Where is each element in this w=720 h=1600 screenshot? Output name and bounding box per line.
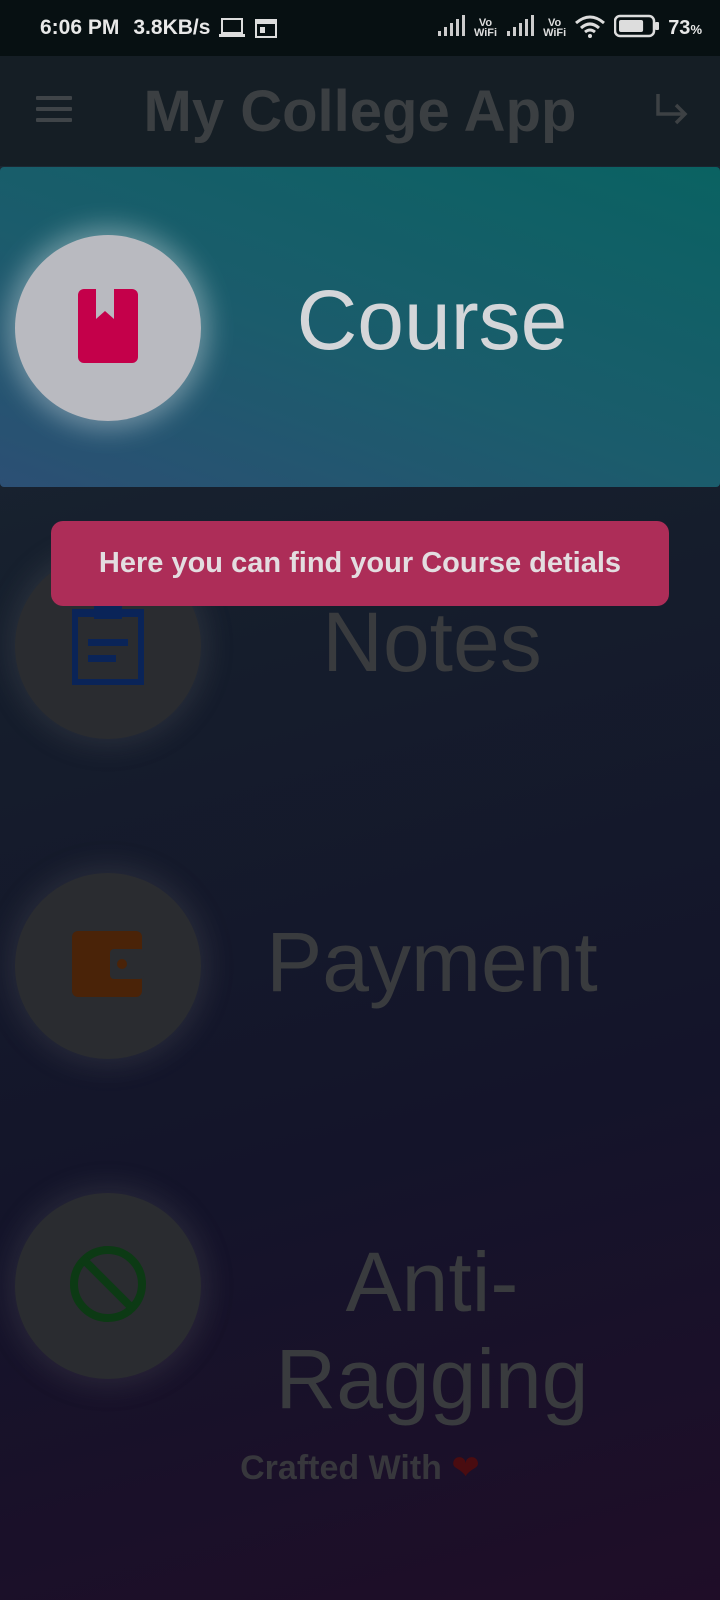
vowifi-bottom-label: WiFi [473, 27, 498, 39]
logout-arrow-icon[interactable] [650, 90, 690, 130]
anti-ragging-label[interactable]: Anti-Ragging [197, 1234, 667, 1428]
app-bar: My College App [0, 56, 720, 166]
clipboard-icon [70, 603, 146, 690]
signal-icon [436, 14, 466, 42]
book-icon [76, 287, 140, 370]
app-title: My College App [143, 79, 577, 144]
status-right-group: Vo WiFi Vo WiFi 73% [436, 14, 702, 43]
battery-percent-value: 73 [668, 16, 691, 39]
calendar-icon [254, 17, 278, 39]
notes-label[interactable]: Notes [197, 594, 667, 691]
payment-icon-circle[interactable] [15, 873, 201, 1059]
battery-percent-unit: % [690, 21, 702, 37]
course-card[interactable]: Course [0, 167, 720, 487]
status-net-speed: 3.8KB/s [133, 16, 211, 39]
footer: Crafted With ❤ [0, 1448, 720, 1488]
anti-ragging-icon-circle[interactable] [15, 1193, 201, 1379]
battery-icon [613, 14, 660, 43]
battery-percent: 73% [668, 17, 702, 40]
vowifi-indicator: Vo WiFi [543, 18, 567, 39]
wallet-icon [70, 929, 146, 1004]
status-bar: 6:06 PM 3.8KB/s Vo WiFi Vo WiFi 73% [0, 0, 720, 56]
course-icon-circle[interactable] [15, 235, 201, 421]
status-time: 6:06 PM [40, 16, 120, 39]
laptop-icon [218, 17, 246, 39]
course-label: Course [296, 273, 568, 367]
vowifi-bottom-label: WiFi [543, 27, 567, 39]
footer-text: Crafted With [240, 1449, 442, 1487]
signal-icon [505, 14, 535, 42]
wifi-icon [574, 14, 606, 43]
vowifi-indicator: Vo WiFi [473, 18, 498, 39]
payment-label[interactable]: Payment [197, 914, 667, 1011]
course-tooltip[interactable]: Here you can find your Course detials [51, 521, 669, 606]
heart-icon: ❤ [451, 1449, 480, 1487]
prohibited-icon [68, 1244, 148, 1329]
